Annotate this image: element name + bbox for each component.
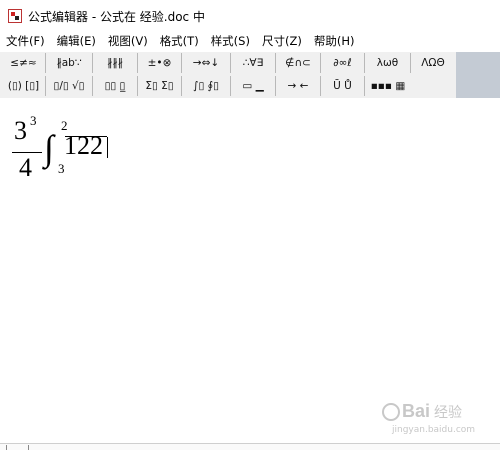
set-theory-palette-icon[interactable]: ∉∩⊂ bbox=[276, 53, 321, 73]
fraction-radical-templates-icon[interactable]: ▯/▯ √▯ bbox=[46, 76, 93, 96]
menu-file[interactable]: 文件(F) bbox=[0, 33, 51, 49]
menu-help[interactable]: 帮助(H) bbox=[308, 33, 361, 49]
fence-templates-icon[interactable]: (▯) [▯] bbox=[2, 76, 46, 96]
menu-format[interactable]: 格式(T) bbox=[154, 33, 205, 49]
menu-view[interactable]: 视图(V) bbox=[102, 33, 154, 49]
menu-style[interactable]: 样式(S) bbox=[205, 33, 256, 49]
misc-symbols-palette-icon[interactable]: ∂∞ℓ bbox=[321, 53, 365, 73]
menu-edit[interactable]: 编辑(E) bbox=[51, 33, 102, 49]
relations-palette-icon[interactable]: ≤≠≈ bbox=[2, 53, 46, 73]
equation-editor-app-icon bbox=[8, 9, 22, 23]
integrand[interactable]: 122 bbox=[64, 131, 103, 161]
greek-lowercase-palette-icon[interactable]: λωθ bbox=[365, 53, 411, 73]
fraction-numerator[interactable]: 3 bbox=[14, 116, 27, 146]
title-bar: 公式编辑器 - 公式在 经验.doc 中 bbox=[0, 0, 500, 32]
spaces-ellipses-palette-icon[interactable]: ∦ab∵ bbox=[46, 53, 93, 73]
watermark-brand: Bai bbox=[402, 401, 431, 421]
integral-lower-limit[interactable]: 3 bbox=[58, 161, 65, 177]
matrix-templates-icon[interactable]: ▪▪▪ ▦ bbox=[365, 76, 411, 96]
fraction-denominator[interactable]: 4 bbox=[19, 153, 32, 183]
toolbar-empty-area bbox=[456, 52, 500, 98]
equation-toolbar: ≤≠≈ ∦ab∵ ∦∦∦ ±•⊗ →⇔↓ ∴∀∃ ∉∩⊂ ∂∞ℓ λωθ ΛΩΘ… bbox=[0, 52, 500, 98]
menu-size[interactable]: 尺寸(Z) bbox=[256, 33, 308, 49]
products-set-templates-icon[interactable]: Ū Ů bbox=[321, 76, 365, 96]
embellishments-palette-icon[interactable]: ∦∦∦ bbox=[93, 53, 138, 73]
ruler-tick bbox=[28, 445, 29, 450]
menu-bar: 文件(F) 编辑(E) 视图(V) 格式(T) 样式(S) 尺寸(Z) 帮助(H… bbox=[0, 32, 500, 50]
underbar-overbar-templates-icon[interactable]: ▭ ▁ bbox=[231, 76, 276, 96]
window-title: 公式编辑器 - 公式在 经验.doc 中 bbox=[28, 9, 205, 24]
numerator-superscript[interactable]: 3 bbox=[30, 113, 37, 129]
script-templates-icon[interactable]: ▯▯ ▯̲ bbox=[93, 76, 138, 96]
watermark-url: jingyan.baidu.com bbox=[392, 425, 476, 435]
symbol-palettes-row: ≤≠≈ ∦ab∵ ∦∦∦ ±•⊗ →⇔↓ ∴∀∃ ∉∩⊂ ∂∞ℓ λωθ ΛΩΘ bbox=[2, 53, 455, 74]
baidu-jingyan-watermark: Bai 经验 bbox=[382, 401, 462, 422]
baidu-paw-icon bbox=[382, 402, 400, 421]
ruler-tick bbox=[6, 445, 7, 450]
watermark-suffix: 经验 bbox=[434, 404, 463, 421]
summation-templates-icon[interactable]: Σ▯ Σ▯ bbox=[138, 76, 182, 96]
logic-palette-icon[interactable]: ∴∀∃ bbox=[231, 53, 276, 73]
integral-templates-icon[interactable]: ∫▯ ∮▯ bbox=[182, 76, 231, 96]
template-palettes-row: (▯) [▯] ▯/▯ √▯ ▯▯ ▯̲ Σ▯ Σ▯ ∫▯ ∮▯ ▭ ▁ → ←… bbox=[2, 76, 411, 97]
arrows-palette-icon[interactable]: →⇔↓ bbox=[182, 53, 231, 73]
operators-palette-icon[interactable]: ±•⊗ bbox=[138, 53, 182, 73]
integral-sign[interactable]: ∫ bbox=[44, 127, 54, 169]
text-cursor bbox=[107, 137, 108, 158]
greek-uppercase-palette-icon[interactable]: ΛΩΘ bbox=[411, 53, 455, 73]
labeled-arrow-templates-icon[interactable]: → ← bbox=[276, 76, 321, 96]
